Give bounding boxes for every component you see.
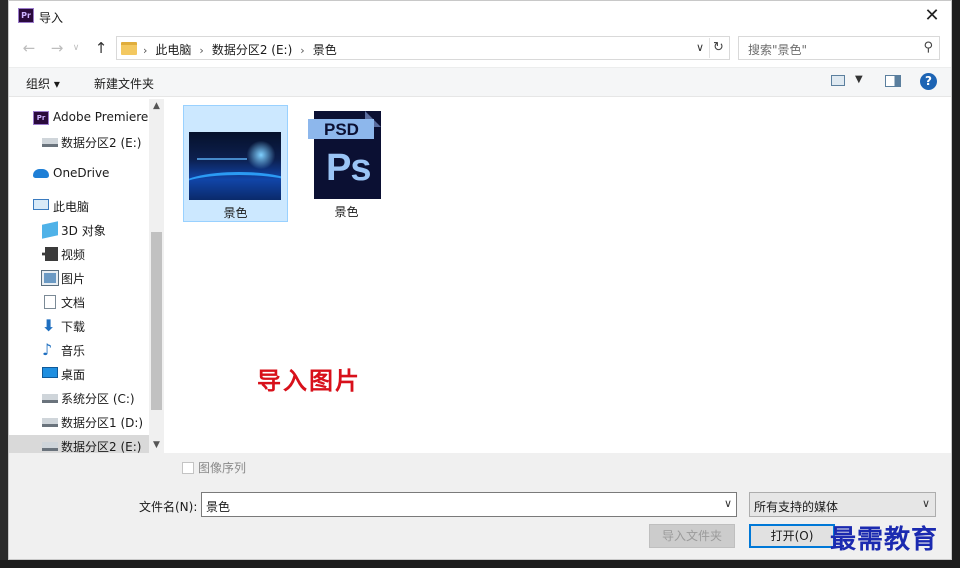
file-item-image[interactable]: 景色 xyxy=(183,105,288,222)
sidebar-item-label: 系统分区 (C:) xyxy=(61,392,135,406)
forward-arrow-icon[interactable]: → xyxy=(47,38,67,58)
sidebar-item-drive-e-quick[interactable]: 数据分区2 (E:) xyxy=(9,131,149,153)
address-row: ← → ∨ ↑ › 此电脑 › 数据分区2 (E:) › 景色 ∨ ↻ 搜索"景色" ⚲ xyxy=(9,34,951,62)
organize-button[interactable]: 组织 ▾ xyxy=(26,75,60,92)
navigation-scrollbar[interactable]: ▲ ▼ xyxy=(149,99,164,453)
sidebar-item-label: 数据分区1 (D:) xyxy=(61,416,144,430)
filename-label: 文件名(N): xyxy=(139,500,198,514)
search-input[interactable]: 搜索"景色" xyxy=(748,41,807,58)
background-app-right-edge xyxy=(952,0,960,568)
close-icon[interactable]: ✕ xyxy=(921,5,943,27)
import-dialog: Pr 导入 ✕ ← → ∨ ↑ › 此电脑 › 数据分区2 (E:) › 景色 ∨ ↻ 搜… xyxy=(8,0,952,560)
file-list: 景色 PSD Ps 景色 导入图片 xyxy=(169,99,951,453)
sidebar-item-this-pc[interactable]: 此电脑 xyxy=(9,195,149,217)
drive-icon xyxy=(42,138,58,147)
sidebar-item-3d-objects[interactable]: 3D 对象 xyxy=(9,219,149,241)
breadcrumb: › 此电脑 › 数据分区2 (E:) › 景色 xyxy=(143,43,337,57)
sidebar-item-label: 数据分区2 (E:) xyxy=(61,136,142,150)
address-bar[interactable]: › 此电脑 › 数据分区2 (E:) › 景色 ∨ ↻ xyxy=(116,36,730,60)
ps-glyph: Ps xyxy=(326,147,371,189)
preview-pane-icon[interactable] xyxy=(885,75,901,87)
view-options-dropdown-icon[interactable]: ▼ xyxy=(855,74,863,85)
file-name: 景色 xyxy=(334,205,359,219)
history-dropdown-icon[interactable]: ∨ xyxy=(69,38,83,58)
sidebar-item-label: 下载 xyxy=(61,320,86,334)
sidebar-item-downloads[interactable]: ⬇ 下载 xyxy=(9,315,149,337)
breadcrumb-scenery[interactable]: 景色 xyxy=(313,43,337,57)
dialog-footer: 图像序列 文件名(N): 景色 ∨ 所有支持的媒体 ∨ 导入文件夹 打开(O) xyxy=(9,453,951,559)
sidebar-item-drive-e[interactable]: 数据分区2 (E:) xyxy=(9,435,149,455)
drive-icon xyxy=(42,442,58,451)
music-icon: ♪ xyxy=(42,340,53,359)
sidebar-item-label: 文档 xyxy=(61,296,86,310)
drive-icon xyxy=(42,418,58,427)
address-dropdown-icon[interactable]: ∨ xyxy=(693,40,707,56)
title-bar: Pr 导入 ✕ xyxy=(9,1,951,32)
chevron-down-icon: ∨ xyxy=(921,497,930,510)
psd-badge: PSD xyxy=(324,120,359,139)
help-icon[interactable]: ? xyxy=(920,73,937,90)
sidebar-item-label: 视频 xyxy=(61,248,86,262)
system-drive-icon xyxy=(42,394,58,403)
import-folder-button[interactable]: 导入文件夹 xyxy=(649,524,735,548)
sidebar-item-videos[interactable]: 视频 xyxy=(9,243,149,265)
sidebar-item-label: Adobe Premiere xyxy=(53,110,149,124)
chevron-down-icon[interactable]: ∨ xyxy=(724,497,732,510)
scroll-up-icon[interactable]: ▲ xyxy=(149,99,164,114)
breadcrumb-drive-e[interactable]: 数据分区2 (E:) xyxy=(212,43,292,57)
sidebar-item-drive-c[interactable]: 系统分区 (C:) xyxy=(9,387,149,409)
file-name: 景色 xyxy=(223,206,248,220)
tutorial-annotation: 导入图片 xyxy=(257,366,361,395)
scrollbar-thumb[interactable] xyxy=(151,232,162,410)
pictures-icon xyxy=(41,270,59,286)
sidebar-item-label: 3D 对象 xyxy=(61,224,106,238)
downloads-icon: ⬇ xyxy=(42,316,56,335)
video-icon xyxy=(42,247,58,261)
file-type-select[interactable]: 所有支持的媒体 ∨ xyxy=(749,492,936,517)
file-item-psd[interactable]: PSD Ps 景色 xyxy=(294,105,399,222)
image-sequence-checkbox[interactable] xyxy=(182,462,194,474)
window-title: 导入 xyxy=(39,11,64,25)
change-view-icon[interactable] xyxy=(831,75,845,86)
sidebar-item-label: 图片 xyxy=(61,272,86,286)
search-box[interactable]: 搜索"景色" ⚲ xyxy=(738,36,940,60)
sidebar-item-onedrive[interactable]: OneDrive xyxy=(9,163,149,185)
file-type-value: 所有支持的媒体 xyxy=(754,500,839,514)
premiere-app-icon: Pr xyxy=(18,8,34,23)
refresh-icon[interactable]: ↻ xyxy=(709,38,727,58)
photoshop-file-icon: PSD Ps xyxy=(308,111,381,199)
onedrive-icon xyxy=(33,169,49,178)
image-thumbnail xyxy=(189,132,281,200)
up-arrow-icon[interactable]: ↑ xyxy=(91,38,111,58)
sidebar-item-label: OneDrive xyxy=(53,166,110,180)
computer-icon xyxy=(33,199,49,210)
sidebar-item-label: 桌面 xyxy=(61,368,86,382)
sidebar-item-music[interactable]: ♪ 音乐 xyxy=(9,339,149,361)
breadcrumb-this-pc[interactable]: 此电脑 xyxy=(155,43,191,57)
new-folder-button[interactable]: 新建文件夹 xyxy=(94,75,154,92)
command-toolbar: 组织 ▾ 新建文件夹 ▼ ? xyxy=(9,67,951,97)
background-app-bottom-edge xyxy=(0,560,960,568)
search-icon[interactable]: ⚲ xyxy=(923,40,933,55)
scroll-down-icon[interactable]: ▼ xyxy=(149,438,164,453)
sidebar-item-drive-d[interactable]: 数据分区1 (D:) xyxy=(9,411,149,433)
sidebar-item-documents[interactable]: 文档 xyxy=(9,291,149,313)
watermark: 最需教育 xyxy=(830,525,939,555)
premiere-icon: Pr xyxy=(33,111,49,125)
filename-value: 景色 xyxy=(206,500,231,514)
documents-icon xyxy=(44,295,56,309)
desktop-icon xyxy=(42,367,58,378)
image-sequence-label: 图像序列 xyxy=(198,461,247,475)
open-button[interactable]: 打开(O) xyxy=(749,524,835,548)
sidebar-item-desktop[interactable]: 桌面 xyxy=(9,363,149,385)
filename-field[interactable]: 景色 ∨ xyxy=(201,492,737,517)
sidebar-item-label: 音乐 xyxy=(61,344,86,358)
sidebar-item-adobe-premiere[interactable]: Pr Adobe Premiere xyxy=(9,107,149,129)
back-arrow-icon[interactable]: ← xyxy=(19,38,39,58)
navigation-pane: Pr Adobe Premiere 数据分区2 (E:) OneDrive 此电… xyxy=(9,99,164,455)
sidebar-item-label: 此电脑 xyxy=(53,200,90,214)
3d-objects-icon xyxy=(42,221,58,239)
sidebar-item-pictures[interactable]: 图片 xyxy=(9,267,149,289)
folder-icon xyxy=(121,42,137,55)
